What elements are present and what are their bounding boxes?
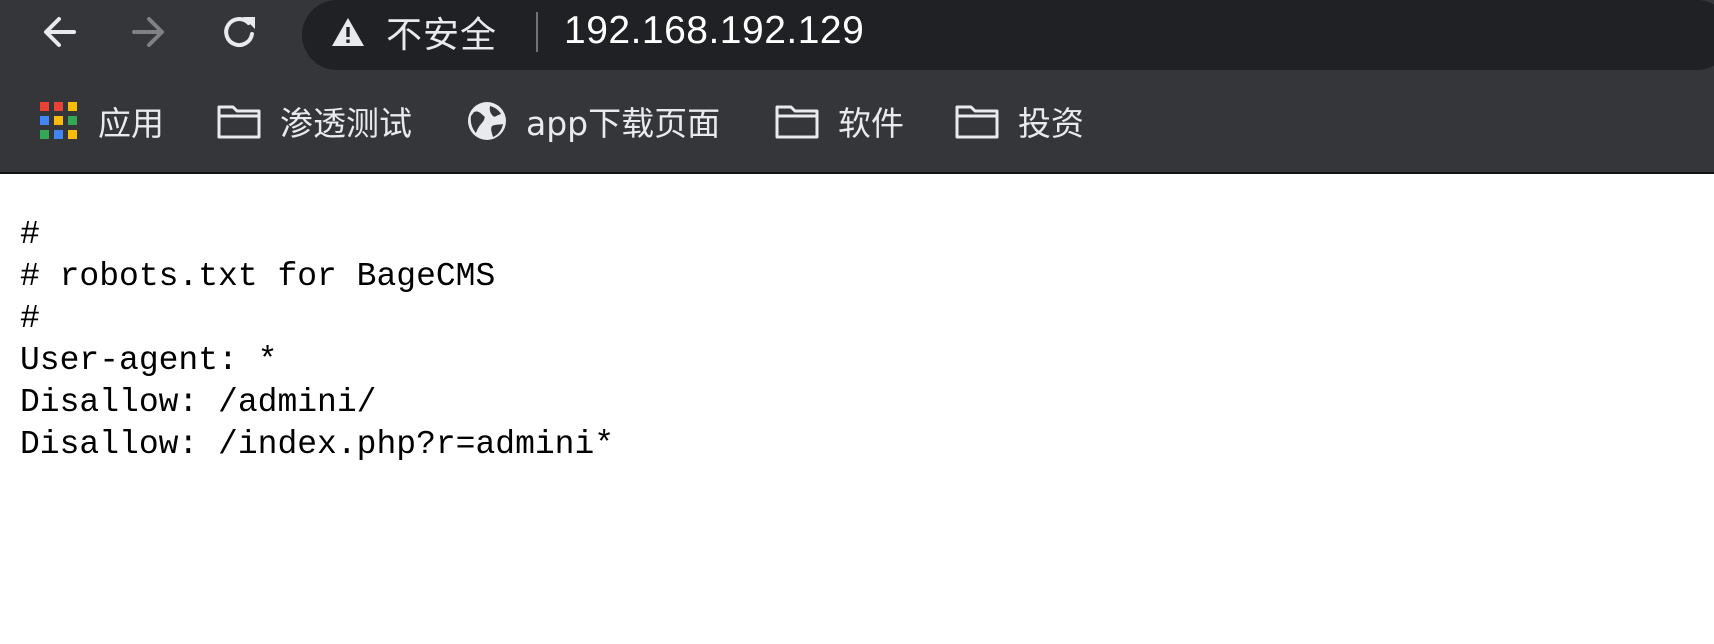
back-button[interactable] <box>32 6 88 58</box>
text-line: User-agent: * <box>20 342 278 379</box>
reload-icon <box>224 17 255 47</box>
folder-icon <box>217 105 261 139</box>
apps-grid-icon <box>40 102 77 139</box>
omnibox-divider <box>536 12 538 52</box>
security-label: 不安全 <box>386 15 498 56</box>
reload-button[interactable] <box>212 6 268 58</box>
text-line: # <box>20 216 40 253</box>
security-indicator[interactable]: 不安全 <box>330 0 497 64</box>
text-line: Disallow: /index.php?r=admini* <box>20 426 615 463</box>
robots-txt-content: # # robots.txt for BageCMS # User-agent:… <box>20 214 614 466</box>
bookmark-label: 渗透测试 <box>280 104 412 143</box>
bookmark-folder-investment[interactable]: 投资 <box>954 86 1084 156</box>
forward-button[interactable] <box>120 6 176 58</box>
folder-icon <box>775 105 819 139</box>
browser-toolbar: 不安全 192.168.192.129 <box>0 0 1714 70</box>
text-line: # <box>20 300 40 337</box>
bookmark-label: app下载页面 <box>526 104 721 143</box>
address-bar[interactable]: 不安全 192.168.192.129 <box>302 0 1714 70</box>
browser-chrome: 不安全 192.168.192.129 应用 渗透测试 app下载页面 软件 投… <box>0 0 1714 174</box>
bookmark-label: 软件 <box>838 104 904 143</box>
folder-icon <box>955 105 999 139</box>
bookmark-folder-pentest[interactable]: 渗透测试 <box>216 86 412 156</box>
text-line: # robots.txt for BageCMS <box>20 258 496 295</box>
arrow-right-icon <box>132 17 164 47</box>
bookmark-label: 投资 <box>1018 104 1084 143</box>
bookmark-folder-software[interactable]: 软件 <box>774 86 904 156</box>
text-line: Disallow: /admini/ <box>20 384 377 421</box>
bookmark-app-download[interactable]: app下载页面 <box>466 86 720 156</box>
chrome-bottom-border <box>0 172 1714 174</box>
bookmark-apps[interactable]: 应用 <box>38 86 164 156</box>
globe-icon <box>468 102 506 140</box>
bookmarks-bar: 应用 渗透测试 app下载页面 软件 投资 <box>0 86 1714 156</box>
url-text[interactable]: 192.168.192.129 <box>564 0 864 64</box>
warning-triangle-icon <box>332 18 364 46</box>
bookmark-label: 应用 <box>98 104 164 143</box>
arrow-left-icon <box>44 17 76 47</box>
